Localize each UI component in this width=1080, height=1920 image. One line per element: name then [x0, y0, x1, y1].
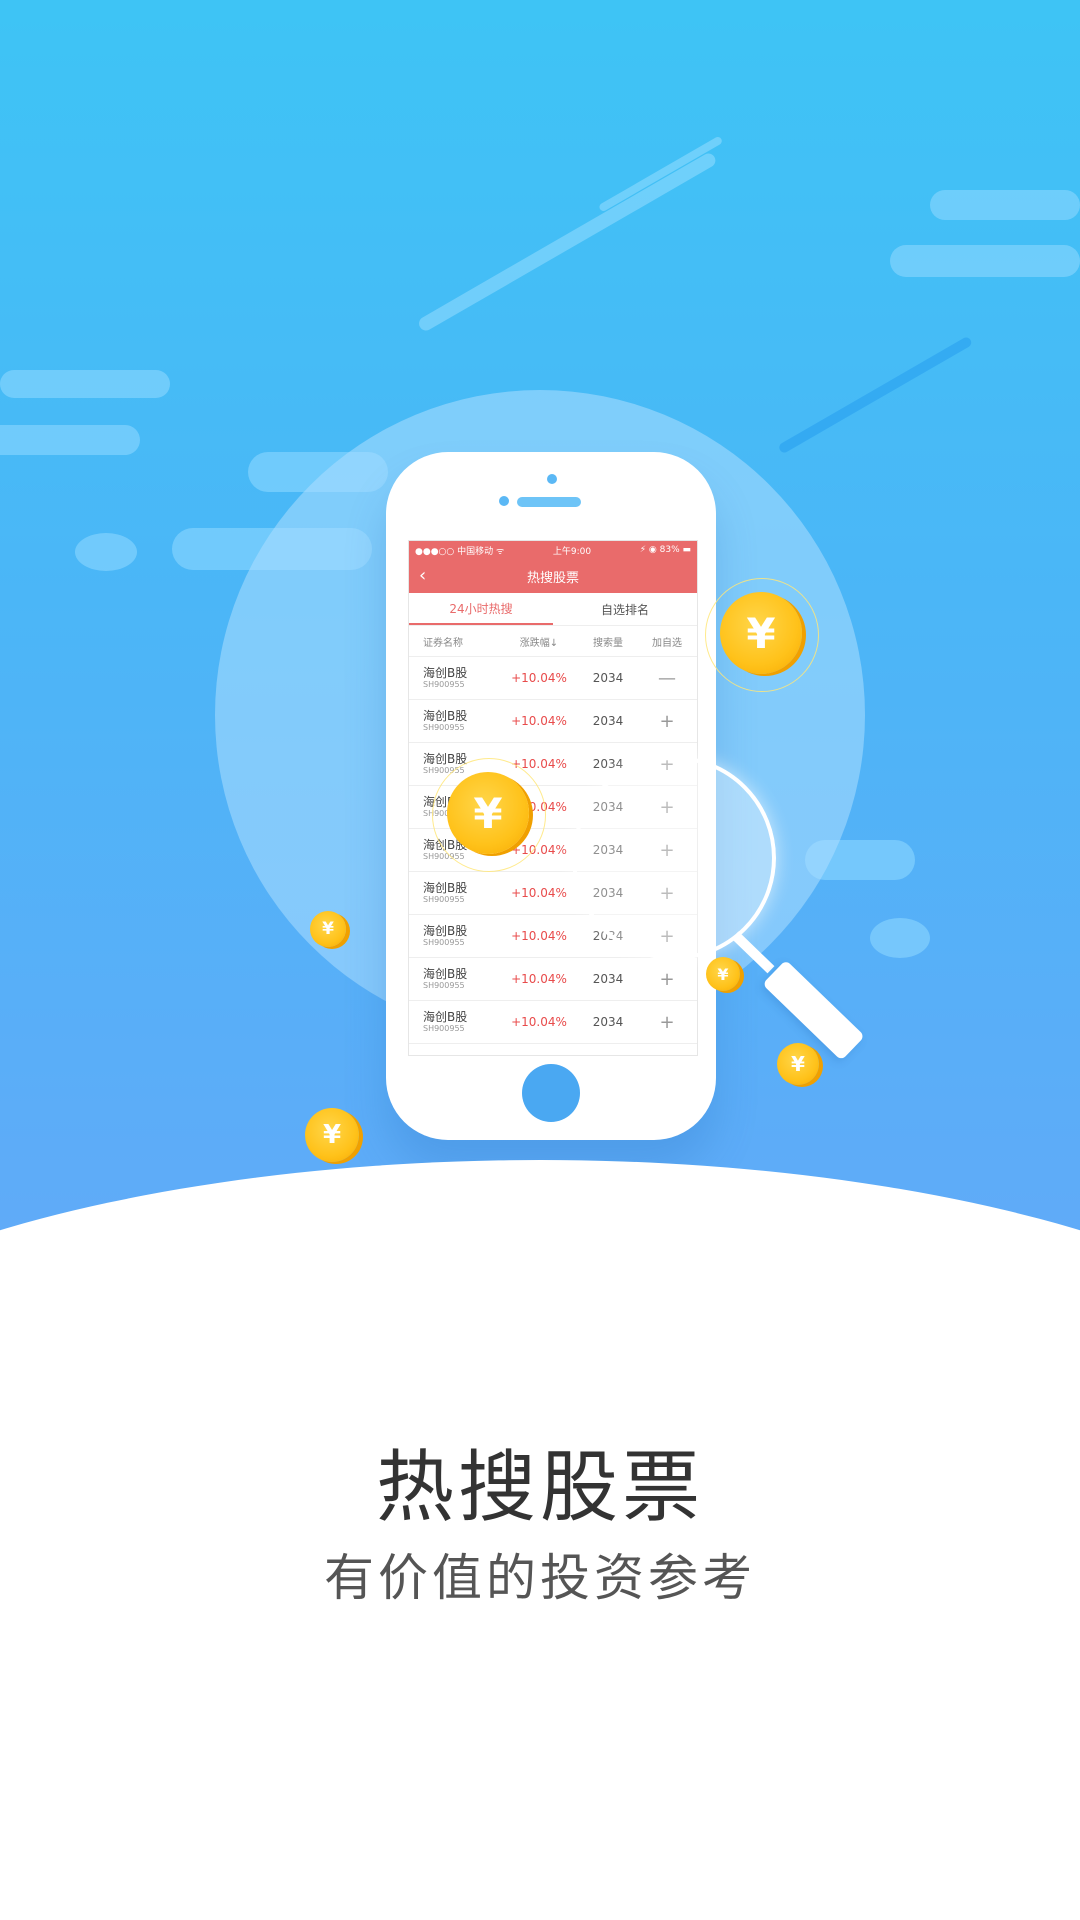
- cloud-decoration: [0, 425, 140, 455]
- cloud-decoration: [0, 370, 170, 398]
- yen-coin-icon: ¥: [305, 1108, 359, 1162]
- page-subtitle: 有价值的投资参考: [324, 1549, 756, 1607]
- streak-decoration: [777, 335, 974, 455]
- table-row[interactable]: 海创B股 SH900955 +10.04% 2034 +: [409, 700, 697, 743]
- streak-decoration: [598, 135, 724, 213]
- stock-code: SH900955: [423, 894, 465, 904]
- stock-name: 海创B股: [423, 665, 468, 680]
- stock-name: 海创B股: [423, 923, 468, 938]
- home-button: [522, 1064, 580, 1122]
- header-security-name[interactable]: 证券名称: [409, 634, 499, 649]
- stock-change: +10.04%: [511, 1015, 567, 1029]
- stock-search-volume: 2034: [592, 972, 624, 986]
- table-row[interactable]: 海创B股 SH900955 +10.04% 2034 +: [409, 1001, 697, 1044]
- tab-24h-hot[interactable]: 24小时热搜: [409, 593, 553, 625]
- stock-name-cell: 海创B股 SH900955: [409, 665, 499, 690]
- tab-bar: 24小时热搜 自选排名: [409, 593, 697, 626]
- hero-bottom-curve: [0, 1160, 1080, 1330]
- magnifier-handle: [762, 959, 865, 1061]
- table-row[interactable]: 海创B股 SH900955 +10.04% 2034 —: [409, 657, 697, 700]
- add-watchlist-icon[interactable]: +: [637, 969, 697, 990]
- table-row[interactable]: 海创B股 SH900955 +10.04% 2034 +: [409, 958, 697, 1001]
- phone-camera: [499, 496, 509, 506]
- stock-name: 海创B股: [423, 880, 468, 895]
- status-battery: ⚡ ◉ 83% ▬: [639, 545, 691, 555]
- page-title: 热搜股票: [375, 1443, 704, 1533]
- status-time: 上午9:00: [552, 546, 592, 557]
- yen-coin-icon: ¥: [310, 911, 346, 947]
- nav-title: 热搜股票: [526, 570, 579, 586]
- stock-code: SH900955: [423, 937, 465, 947]
- stock-search-volume: 2034: [592, 671, 624, 685]
- add-watchlist-icon[interactable]: +: [637, 711, 697, 732]
- phone-speaker: [517, 497, 581, 507]
- cloud-decoration: [930, 190, 1080, 220]
- status-carrier: ●●●○○ 中国移动 ᯤ: [415, 546, 505, 557]
- cloud-decoration: [870, 918, 930, 958]
- stock-name-cell: 海创B股 SH900955: [409, 923, 499, 948]
- stock-change: +10.04%: [511, 972, 567, 986]
- stock-name-cell: 海创B股 SH900955: [409, 708, 499, 733]
- header-change[interactable]: 涨跌幅↓: [499, 634, 579, 649]
- nav-bar: ‹ 热搜股票: [409, 559, 697, 593]
- streak-decoration: [416, 150, 718, 334]
- table-header: 证券名称 涨跌幅↓ 搜索量 加自选: [409, 626, 697, 657]
- stock-search-volume: 2034: [592, 1015, 624, 1029]
- cloud-decoration: [890, 245, 1080, 277]
- stock-code: SH900955: [423, 980, 465, 990]
- status-bar: ●●●○○ 中国移动 ᯤ 上午9:00 ⚡ ◉ 83% ▬: [409, 541, 697, 559]
- add-watchlist-icon[interactable]: +: [637, 1012, 697, 1033]
- yen-coin-icon: ¥: [706, 957, 740, 991]
- tab-watchlist-rank[interactable]: 自选排名: [553, 593, 697, 625]
- stock-change: +10.04%: [511, 929, 567, 943]
- header-add-watchlist: 加自选: [652, 637, 682, 649]
- yen-coin-icon: ¥: [720, 592, 802, 674]
- yen-coin-icon: ¥: [447, 772, 529, 854]
- stock-code: SH900955: [423, 722, 465, 732]
- remove-watchlist-icon[interactable]: —: [637, 668, 697, 689]
- stock-name: 海创B股: [423, 966, 468, 981]
- stock-name-cell: 海创B股 SH900955: [409, 966, 499, 991]
- stock-change: +10.04%: [511, 886, 567, 900]
- stock-name-cell: 海创B股 SH900955: [409, 880, 499, 905]
- stock-change: +10.04%: [511, 671, 567, 685]
- stock-name: 海创B股: [423, 708, 468, 723]
- stock-change: +10.04%: [511, 714, 567, 728]
- stock-name: 海创B股: [423, 1009, 468, 1024]
- phone-sensor: [547, 474, 557, 484]
- header-search-volume[interactable]: 搜索量: [579, 634, 637, 649]
- hero-illustration: ●●●○○ 中国移动 ᯤ 上午9:00 ⚡ ◉ 83% ▬ ‹ 热搜股票 24小…: [0, 0, 1080, 1330]
- magnifier-lens: [572, 756, 776, 960]
- stock-code: SH900955: [423, 679, 465, 689]
- stock-name-cell: 海创B股 SH900955: [409, 1009, 499, 1034]
- stock-search-volume: 2034: [592, 714, 624, 728]
- back-icon[interactable]: ‹: [419, 565, 426, 586]
- yen-coin-icon: ¥: [777, 1043, 819, 1085]
- cloud-decoration: [75, 533, 137, 571]
- stock-code: SH900955: [423, 1023, 465, 1033]
